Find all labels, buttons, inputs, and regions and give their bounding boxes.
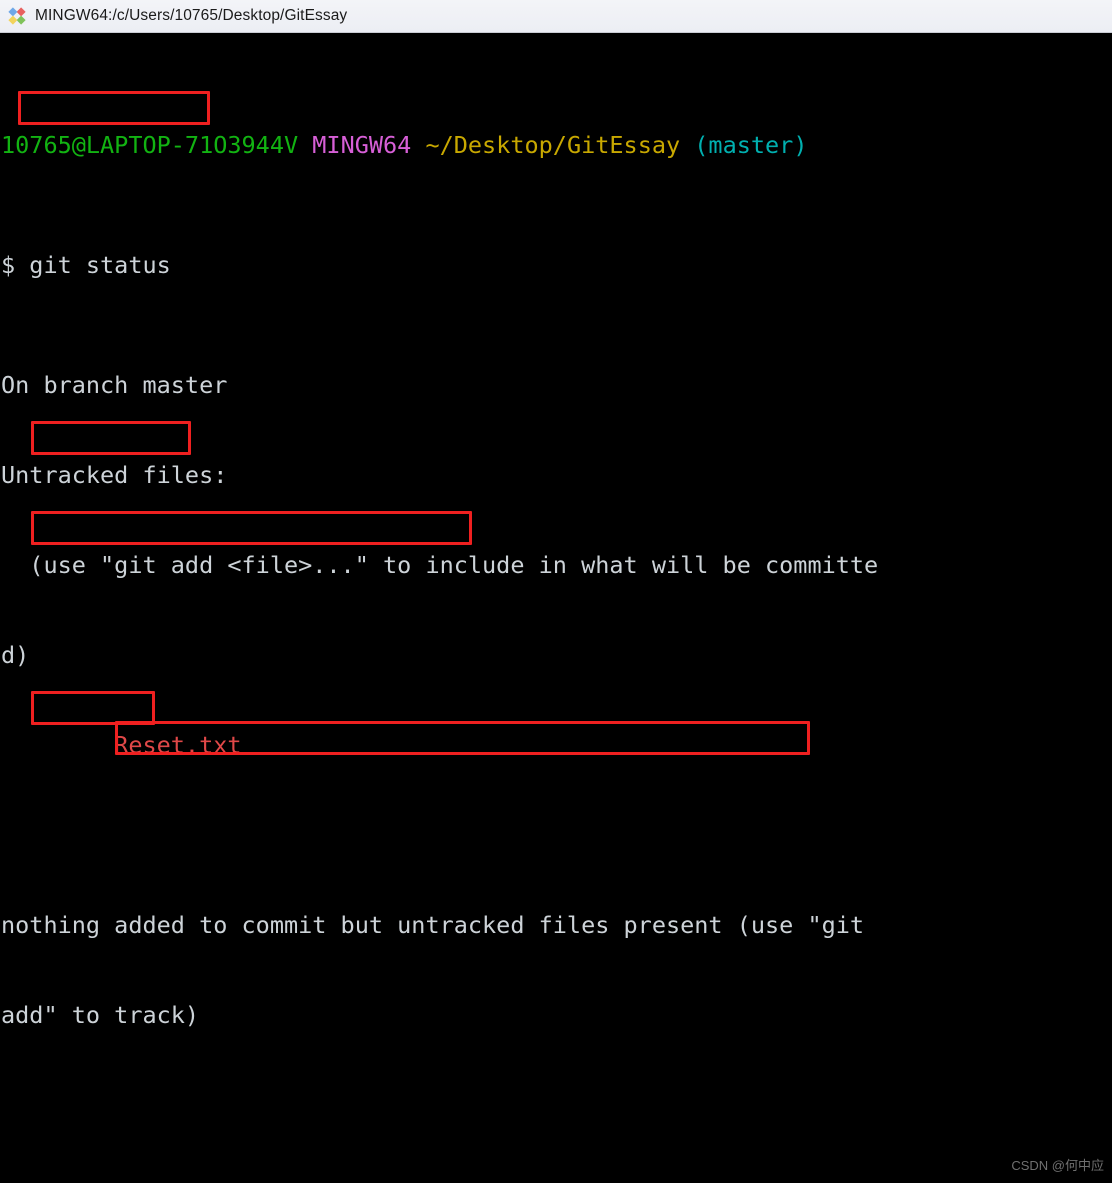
terminal-window[interactable]: 10765@LAPTOP-71O3944V MINGW64 ~/Desktop/… bbox=[0, 33, 1112, 1183]
prompt-branch: (master) bbox=[680, 131, 808, 159]
output-on-branch: On branch master bbox=[1, 371, 228, 399]
output-use-git-add-hint-wrap: d) bbox=[1, 641, 30, 669]
output-blank-1 bbox=[1, 820, 1112, 850]
prompt-path: ~/Desktop/GitEssay bbox=[425, 131, 681, 159]
terminal-screen[interactable]: 10765@LAPTOP-71O3944V MINGW64 ~/Desktop/… bbox=[0, 40, 1112, 1183]
output-use-git-add-hint: (use "git add <file>..." to include in w… bbox=[1, 551, 879, 579]
csdn-watermark: CSDN @何中应 bbox=[1011, 1158, 1104, 1173]
prompt-shell-name: MINGW64 bbox=[298, 131, 426, 159]
command-text-git-status[interactable]: git status bbox=[29, 251, 170, 279]
git-bash-icon bbox=[6, 5, 28, 27]
output-nothing-added-wrap: add" to track) bbox=[1, 1001, 200, 1029]
window-title-text: MINGW64:/c/Users/10765/Desktop/GitEssay bbox=[35, 7, 348, 24]
command-line-git-status[interactable]: $ git status bbox=[1, 250, 1112, 280]
window-title-bar: MINGW64:/c/Users/10765/Desktop/GitEssay bbox=[0, 0, 1112, 33]
output-blank-2 bbox=[1, 1090, 1112, 1120]
prompt-user-host: 10765@LAPTOP-71O3944V bbox=[1, 131, 299, 159]
output-untracked-files-header: Untracked files: bbox=[1, 461, 228, 489]
output-untracked-file-reset-txt: Reset.txt bbox=[1, 731, 242, 759]
output-nothing-added: nothing added to commit but untracked fi… bbox=[1, 911, 865, 939]
prompt-symbol: $ bbox=[1, 251, 30, 279]
prompt-line-1: 10765@LAPTOP-71O3944V MINGW64 ~/Desktop/… bbox=[1, 130, 1112, 160]
